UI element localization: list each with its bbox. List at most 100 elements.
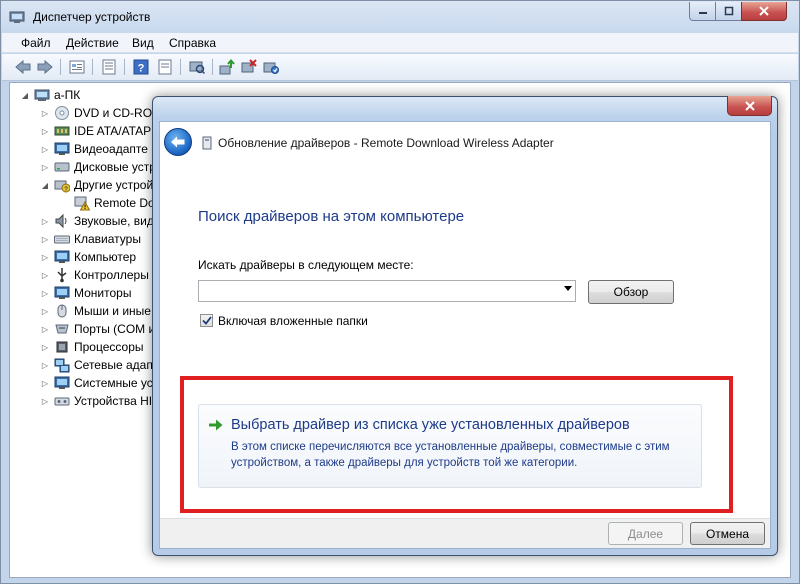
maximize-button[interactable] [715, 2, 742, 21]
expand-triangle-icon[interactable]: ▷ [40, 396, 50, 406]
update-driver-icon [219, 59, 235, 75]
expand-triangle-icon[interactable]: ▷ [40, 378, 50, 388]
update-driver-button[interactable] [218, 58, 236, 76]
back-button[interactable] [14, 58, 32, 76]
minimize-icon [698, 12, 707, 14]
tree-item-network[interactable]: ▷ Сетевые адап [40, 356, 153, 374]
dropdown-arrow-icon[interactable] [564, 286, 572, 291]
expand-triangle-icon[interactable]: ▷ [40, 252, 50, 262]
expand-triangle-icon[interactable]: ▷ [40, 342, 50, 352]
expand-triangle-icon[interactable]: ▷ [40, 270, 50, 280]
expand-triangle-icon[interactable]: ▷ [40, 162, 50, 172]
expand-triangle-icon[interactable]: ▷ [40, 216, 50, 226]
expand-triangle-icon[interactable]: ▷ [40, 306, 50, 316]
menu-help[interactable]: Справка [169, 36, 216, 50]
toolbar-separator [60, 59, 61, 75]
properties-button[interactable] [68, 58, 86, 76]
usb-controller-icon [57, 268, 67, 283]
tree-item-ide[interactable]: ▷ IDE ATA/ATAP [40, 122, 151, 140]
collapse-triangle-icon[interactable]: ◢ [40, 180, 50, 190]
disable-device-button[interactable] [240, 58, 258, 76]
expand-triangle-icon[interactable]: ▷ [40, 108, 50, 118]
minimize-button[interactable] [689, 2, 716, 21]
title-bar[interactable]: Диспетчер устройств [1, 1, 799, 33]
tree-item-mice[interactable]: ▷ Мыши и иные [40, 302, 151, 320]
close-icon [744, 100, 755, 111]
back-button[interactable] [164, 128, 192, 156]
expand-triangle-icon[interactable]: ▷ [40, 126, 50, 136]
menu-file[interactable]: Файл [21, 36, 51, 50]
choose-from-list-option[interactable]: Выбрать драйвер из списка уже установлен… [198, 404, 702, 488]
expand-triangle-icon[interactable]: ▷ [40, 288, 50, 298]
tree-item-keyboards[interactable]: ▷ Клавиатуры [40, 230, 141, 248]
choose-from-list-link[interactable]: Выбрать драйвер из списка уже установлен… [231, 417, 630, 433]
forward-button[interactable] [36, 58, 54, 76]
back-arrow-icon [171, 136, 185, 148]
port-icon [55, 324, 69, 334]
disable-device-icon [241, 59, 257, 73]
tree-item-processors[interactable]: ▷ Процессоры [40, 338, 144, 356]
system-devices-icon [54, 376, 70, 389]
dialog-heading: Поиск драйверов на этом компьютере [198, 208, 465, 225]
tree-item-computer[interactable]: ▷ Компьютер [40, 248, 136, 266]
expand-triangle-icon[interactable]: ▷ [40, 144, 50, 154]
include-subfolders-label[interactable]: Включая вложенные папки [218, 314, 368, 328]
collapse-triangle-icon[interactable]: ◢ [20, 90, 30, 100]
restore-icon [724, 6, 733, 16]
tree-item-disks[interactable]: ▷ Дисковые устр [40, 158, 156, 176]
close-button[interactable] [741, 2, 787, 21]
search-path-combobox[interactable] [198, 280, 576, 302]
back-icon [15, 60, 31, 74]
cancel-button[interactable]: Отмена [690, 522, 765, 545]
menu-bar: Файл Действие Вид Справка [2, 33, 798, 53]
menu-action[interactable]: Действие [66, 36, 119, 50]
expand-triangle-icon[interactable]: ▷ [40, 234, 50, 244]
processor-icon [56, 341, 68, 353]
next-button[interactable]: Далее [608, 522, 683, 545]
scan-hardware-button[interactable] [188, 58, 206, 76]
include-subfolders-checkbox[interactable] [200, 314, 213, 327]
tree-root-label: a-ПК [54, 88, 81, 102]
device-manager-icon [9, 11, 25, 23]
expand-triangle-icon[interactable]: ▷ [40, 360, 50, 370]
tree-item-other[interactable]: ◢ ? Другие устрой [40, 176, 153, 194]
toolbar-separator [180, 59, 181, 75]
show-hidden-button[interactable] [156, 58, 174, 76]
choose-from-list-description: В этом списке перечисляются все установл… [231, 441, 670, 469]
keyboard-icon [54, 235, 70, 244]
monitor-icon [54, 286, 70, 299]
speaker-icon [55, 213, 67, 229]
forward-icon [37, 60, 53, 74]
mouse-icon [57, 304, 67, 318]
toolbar-separator [124, 59, 125, 75]
svg-text:?: ? [138, 63, 145, 75]
toolbar-separator [212, 59, 213, 75]
tree-item-system[interactable]: ▷ Системные ус [40, 374, 153, 392]
tree-root[interactable]: ◢ a-ПК [20, 86, 80, 104]
dialog-title: Обновление драйверов - Remote Download W… [218, 136, 554, 150]
dialog-close-button[interactable] [727, 96, 772, 116]
window-title: Диспетчер устройств [33, 10, 151, 24]
tree-item-controllers[interactable]: ▷ Контроллеры [40, 266, 149, 284]
ide-controller-icon [54, 126, 70, 136]
tree-item-hid[interactable]: ▷ Устройства HI [40, 392, 152, 410]
list-view-button[interactable] [100, 58, 118, 76]
tree-item-video[interactable]: ▷ Видеоадапте [40, 140, 148, 158]
dvd-drive-icon [55, 106, 69, 120]
menu-view[interactable]: Вид [132, 36, 154, 50]
enable-device-button[interactable] [262, 58, 280, 76]
toolbar-separator [92, 59, 93, 75]
tree-item-sound[interactable]: ▷ Звуковые, вид [40, 212, 154, 230]
show-hidden-icon [158, 59, 172, 75]
update-driver-dialog: Обновление драйверов - Remote Download W… [152, 96, 778, 556]
expand-triangle-icon[interactable]: ▷ [40, 324, 50, 334]
tree-item-monitors[interactable]: ▷ Мониторы [40, 284, 132, 302]
help-icon: ? [133, 59, 149, 75]
toolbar: ? [2, 54, 798, 81]
help-button[interactable]: ? [132, 58, 150, 76]
tree-item-remote[interactable]: Remote Do [74, 194, 155, 212]
search-location-label: Искать драйверы в следующем месте: [198, 258, 414, 272]
tree-item-dvd[interactable]: ▷ DVD и CD-ROM [40, 104, 162, 122]
tree-item-ports[interactable]: ▷ Порты (COM и [40, 320, 155, 338]
browse-button[interactable]: Обзор [588, 280, 674, 304]
